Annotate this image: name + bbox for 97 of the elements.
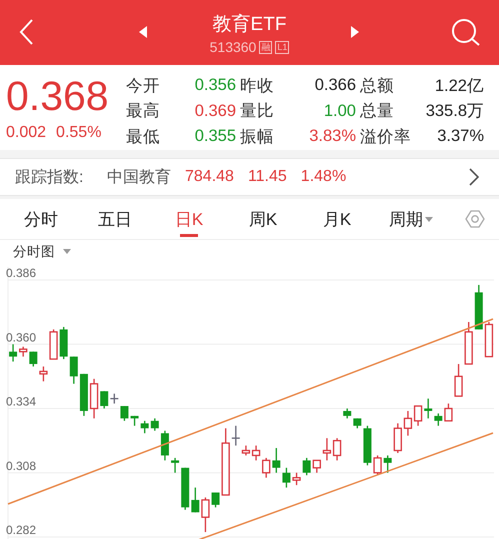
stat-label: 最低 [126, 126, 161, 148]
stat-value: 3.37% [436, 127, 485, 146]
candle [414, 405, 422, 426]
period-tab[interactable]: 周K [226, 199, 300, 239]
candle [322, 438, 332, 460]
index-label: 跟踪指数: [15, 168, 84, 188]
candle [120, 406, 128, 421]
axis-label: 0.308 [6, 458, 36, 473]
candle [373, 455, 382, 476]
candle [434, 413, 442, 426]
candle [49, 329, 58, 360]
chart-mode-select[interactable]: 分时图 [13, 242, 55, 260]
caret-icon [425, 216, 433, 222]
stat-value: 0.356 [194, 76, 237, 96]
candle [424, 398, 432, 418]
candle [29, 352, 38, 366]
index-bar[interactable]: 跟踪指数: 中国教育 784.48 11.45 1.48% [0, 158, 499, 196]
candle [454, 364, 463, 397]
tag-badge: 融 [259, 40, 272, 54]
change-percent: 0.55% [56, 124, 102, 142]
period-tab[interactable]: 周期 [374, 199, 448, 239]
candle [181, 468, 190, 510]
price-change: 0.002 [6, 124, 46, 142]
page-title: 教育ETF [212, 14, 286, 36]
previous-icon[interactable] [138, 26, 148, 38]
candle [272, 448, 280, 473]
candle [100, 391, 108, 408]
candle [60, 326, 68, 360]
candle [110, 394, 118, 404]
next-icon[interactable] [350, 26, 360, 38]
stat-label: 今开 [126, 76, 161, 97]
stat-label: 振幅 [240, 126, 275, 148]
period-tab[interactable]: 五日 [78, 199, 152, 239]
index-value: 784.48 [185, 168, 234, 186]
index-change: 11.45 [248, 168, 287, 186]
candle [70, 356, 78, 384]
candle [464, 322, 473, 365]
stat-label: 量比 [240, 101, 275, 122]
candle [39, 366, 48, 382]
candle [191, 488, 200, 512]
candle [140, 420, 149, 434]
period-tab[interactable]: 分时 [4, 199, 78, 239]
candle [19, 346, 28, 357]
stat-label: 总量 [360, 101, 395, 122]
candle [363, 426, 372, 466]
search-icon[interactable] [451, 18, 481, 46]
candle [150, 418, 159, 431]
candle [404, 410, 412, 436]
stat-value: 3.83% [308, 127, 357, 146]
candle [353, 418, 362, 428]
axis-label: 0.360 [6, 330, 36, 344]
candle [332, 438, 342, 460]
candle [90, 378, 98, 418]
candle [80, 374, 88, 416]
stat-label: 总额 [360, 76, 395, 97]
candle [474, 284, 483, 330]
candle [262, 458, 270, 478]
stat-value: 0.355 [194, 127, 237, 146]
caret-icon [63, 249, 71, 254]
period-tab[interactable]: 月K [300, 199, 374, 239]
candle [343, 408, 352, 418]
candle [312, 460, 321, 473]
candle [444, 404, 453, 422]
candle [201, 497, 210, 532]
candle [160, 430, 169, 460]
stat-label: 昨收 [240, 76, 275, 97]
candle [9, 344, 18, 362]
candle [171, 458, 180, 473]
stat-value: 0.366 [314, 76, 357, 96]
candle [292, 472, 301, 486]
stat-label: 最高 [126, 101, 161, 122]
stat-label: 溢价率 [360, 126, 412, 148]
current-price: 0.368 [6, 74, 110, 118]
index-change-percent: 1.48% [300, 168, 346, 186]
candle [384, 455, 392, 473]
candle [282, 468, 290, 488]
stat-value: 335.8万 [424, 101, 485, 122]
candle [394, 423, 402, 453]
stat-value: 0.369 [194, 102, 237, 121]
back-icon[interactable] [18, 18, 34, 46]
axis-label: 0.386 [6, 266, 36, 280]
stock-code: 513360 [210, 39, 256, 55]
candle [130, 416, 139, 426]
candle [222, 428, 230, 496]
candle [302, 458, 311, 476]
candle [212, 492, 220, 508]
stat-value: 1.22亿 [434, 76, 485, 97]
hexagon-settings-icon[interactable] [465, 209, 485, 229]
period-tab[interactable]: 日K [152, 199, 226, 239]
index-name: 中国教育 [107, 167, 171, 188]
axis-label: 0.282 [6, 523, 36, 537]
stat-value: 1.00 [322, 102, 357, 121]
tag-badge: L1 [275, 40, 290, 54]
candle [232, 426, 240, 446]
axis-label: 0.334 [6, 394, 36, 408]
chevron-right-icon [469, 168, 479, 186]
candle [484, 322, 494, 358]
